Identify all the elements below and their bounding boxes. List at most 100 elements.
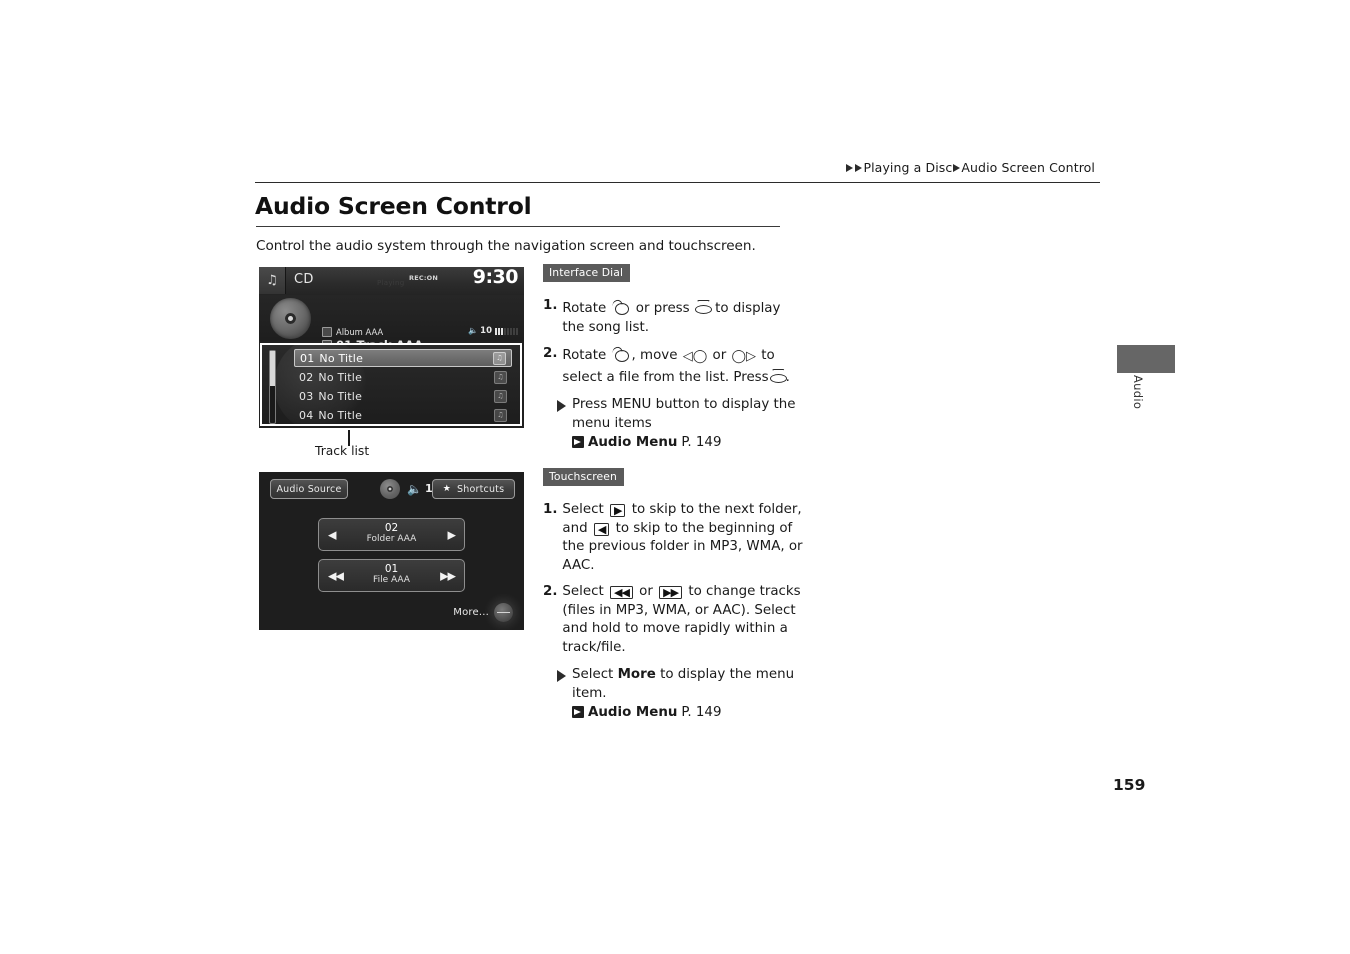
file-control-button[interactable]: ◀◀ 01 File AAA ▶▶ bbox=[318, 559, 465, 592]
cd-album-text: Album AAA bbox=[336, 327, 384, 337]
touchscreen-step-1: 1. Select ▶ to skip to the next folder, … bbox=[543, 501, 803, 575]
track-title: No Title bbox=[318, 370, 363, 384]
touchscreen-section: Touchscreen 1. Select ▶ to skip to the n… bbox=[543, 465, 803, 723]
speaker-icon: 🔈 bbox=[407, 481, 422, 496]
track-title: No Title bbox=[318, 389, 363, 403]
track-list-item[interactable]: 04 No Title ♫ bbox=[294, 406, 512, 424]
cd-volume-value: 10 bbox=[480, 326, 492, 336]
track-list-scrollbar[interactable] bbox=[269, 350, 276, 424]
breadcrumb-item-audio-screen-control: Audio Screen Control bbox=[961, 160, 1095, 175]
prev-folder-key-icon: ◀ bbox=[593, 522, 610, 536]
touchscreen-note: Select More to display the menu item. Au… bbox=[557, 666, 803, 723]
interface-dial-section: Interface Dial 1. Rotate or press to dis… bbox=[543, 261, 803, 453]
note-text-pre: Select bbox=[572, 667, 614, 682]
cd-volume-indicator: 🔈 10 bbox=[468, 326, 518, 336]
rotate-dial-icon bbox=[612, 300, 631, 315]
reference-link[interactable]: Audio Menu P. 149 bbox=[572, 434, 803, 453]
note-text: Press MENU button to display the menu it… bbox=[572, 397, 796, 431]
folder-name: Folder AAA bbox=[366, 534, 417, 545]
more-label: More... bbox=[453, 607, 489, 618]
track-number: 01 bbox=[300, 351, 315, 365]
cd-status-bar: ♫ CD Playing REC:ON 9:30 bbox=[259, 267, 524, 296]
header-divider bbox=[255, 182, 1100, 184]
jump-arrow-icon bbox=[572, 705, 584, 718]
track-type-icon: ♫ bbox=[494, 408, 507, 422]
interface-dial-step-2: 2. Rotate , move ◁◯ or ◯▷ to select a fi… bbox=[543, 345, 803, 387]
interface-dial-note: Press MENU button to display the menu it… bbox=[557, 396, 803, 453]
title-underline bbox=[256, 226, 780, 228]
speaker-icon: 🔈 bbox=[468, 326, 479, 335]
interface-dial-knob-icon[interactable] bbox=[494, 603, 513, 622]
track-list-caption: Track list bbox=[315, 444, 370, 458]
folder-number: 02 bbox=[384, 522, 399, 534]
note-text-bold: More bbox=[617, 667, 656, 682]
music-note-icon: ♫ bbox=[259, 267, 286, 294]
track-type-icon: ♫ bbox=[494, 389, 507, 403]
touchscreen-audio-image: Audio Source 🔈 10 ★ Shortcuts ♪ ◀ 02 Fol… bbox=[259, 472, 524, 630]
track-type-icon: ♫ bbox=[493, 351, 506, 365]
reference-page: P. 149 bbox=[681, 435, 722, 450]
rotate-dial-icon bbox=[612, 347, 631, 362]
page-number: 159 bbox=[1113, 776, 1146, 794]
cd-album-row: Album AAA bbox=[322, 327, 383, 337]
next-track-key-icon: ▶▶ bbox=[659, 586, 683, 599]
disc-icon bbox=[380, 479, 400, 499]
section-tab-label: Audio bbox=[1131, 375, 1145, 410]
page-title: Audio Screen Control bbox=[255, 192, 532, 220]
star-icon: ★ bbox=[442, 484, 452, 494]
track-list-item[interactable]: 03 No Title ♫ bbox=[294, 387, 512, 405]
breadcrumb: Playing a Disc Audio Screen Control bbox=[845, 160, 1095, 175]
cd-source-label: CD bbox=[294, 272, 314, 287]
breadcrumb-item-playing-a-disc: Playing a Disc bbox=[863, 160, 953, 175]
shortcuts-label: Shortcuts bbox=[457, 483, 505, 495]
reference-title: Audio Menu bbox=[588, 705, 678, 720]
next-track-icon[interactable]: ▶▶ bbox=[440, 570, 456, 581]
next-folder-key-icon: ▶ bbox=[609, 504, 626, 517]
disc-artwork-icon bbox=[270, 298, 311, 339]
interface-dial-step-1: 1. Rotate or press to display the song l… bbox=[543, 297, 803, 337]
step-text-part: Rotate bbox=[562, 348, 607, 363]
folder-control-button[interactable]: ◀ 02 Folder AAA ▶ bbox=[318, 518, 465, 551]
reference-title: Audio Menu bbox=[588, 435, 678, 450]
move-left-icon: ◁◯ bbox=[682, 349, 708, 364]
touchscreen-step-2: 2. Select ◀◀ or ▶▶ to change tracks (fil… bbox=[543, 583, 803, 657]
shortcuts-button[interactable]: ★ Shortcuts bbox=[432, 479, 515, 499]
reference-page: P. 149 bbox=[681, 705, 722, 720]
prev-track-key-icon: ◀◀ bbox=[609, 586, 633, 599]
step-number: 2. bbox=[543, 346, 558, 361]
step-text-part: , move bbox=[631, 348, 678, 363]
cd-volume-bars bbox=[495, 327, 518, 335]
breadcrumb-triangle-icon bbox=[953, 163, 961, 172]
breadcrumb-triangle-icon bbox=[855, 163, 863, 172]
track-number: 03 bbox=[299, 389, 314, 403]
jump-arrow-icon bbox=[572, 435, 584, 448]
press-dial-icon bbox=[769, 369, 787, 384]
press-dial-icon bbox=[694, 300, 712, 315]
intro-text: Control the audio system through the nav… bbox=[256, 238, 756, 254]
step-number: 1. bbox=[543, 502, 558, 517]
step-text-part: Select bbox=[562, 502, 604, 517]
cd-audio-screen-image: ♫ CD Playing REC:ON 9:30 Album AAA 01 Tr… bbox=[259, 267, 524, 428]
track-list-item[interactable]: 01 No Title ♫ bbox=[294, 349, 512, 367]
track-number: 04 bbox=[299, 408, 314, 422]
cd-ghost-text: Playing bbox=[377, 279, 405, 287]
cd-rec-status: REC:ON bbox=[409, 274, 438, 282]
cd-track-list[interactable]: 01 No Title ♫ 02 No Title ♫ 03 No Title … bbox=[260, 343, 522, 426]
step-number: 1. bbox=[543, 298, 558, 313]
cd-now-playing-panel: Album AAA 01 Track AAA Artist AAA 🔈 10 0… bbox=[259, 295, 524, 364]
track-list-item[interactable]: 02 No Title ♫ bbox=[294, 368, 512, 386]
track-number: 02 bbox=[299, 370, 314, 384]
album-icon bbox=[322, 327, 332, 337]
step-text-part: or press bbox=[635, 301, 690, 316]
track-type-icon: ♫ bbox=[494, 370, 507, 384]
next-folder-icon[interactable]: ▶ bbox=[448, 529, 457, 540]
audio-source-button[interactable]: Audio Source bbox=[270, 479, 348, 499]
track-title: No Title bbox=[318, 408, 363, 422]
step-number: 2. bbox=[543, 584, 558, 599]
more-button[interactable]: More... bbox=[453, 603, 513, 622]
step-text-part: or bbox=[712, 348, 727, 363]
reference-link[interactable]: Audio Menu P. 149 bbox=[572, 704, 803, 723]
interface-dial-badge: Interface Dial bbox=[543, 264, 631, 282]
step-text-part: or bbox=[639, 584, 653, 599]
cd-clock: 9:30 bbox=[472, 267, 519, 288]
